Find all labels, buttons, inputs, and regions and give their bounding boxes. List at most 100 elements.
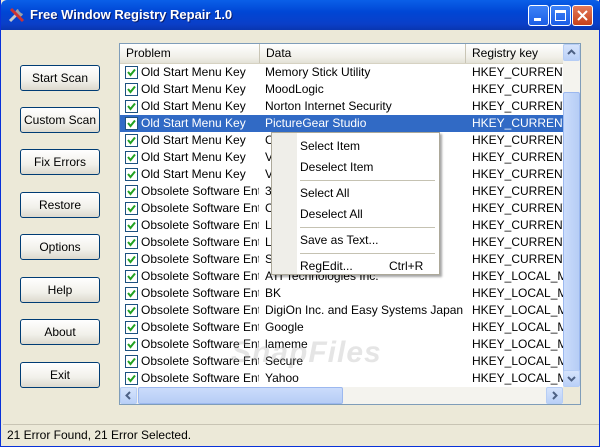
cell-registry-key: HKEY_CURRENT_ xyxy=(472,252,563,266)
scroll-left-button[interactable] xyxy=(120,387,137,404)
menu-item-select-all[interactable]: Select All xyxy=(300,184,349,202)
restore-button[interactable]: Restore xyxy=(20,192,100,218)
horizontal-scroll-thumb[interactable] xyxy=(138,387,343,404)
cell-data: PictureGear Studio xyxy=(265,116,367,130)
menu-separator xyxy=(300,180,435,181)
row-checkbox[interactable] xyxy=(125,219,138,232)
menu-item-regedit-label: RegEdit... xyxy=(300,259,353,273)
arrow-left-icon xyxy=(125,391,131,400)
horizontal-scrollbar[interactable] xyxy=(120,387,563,404)
cell-problem: Obsolete Software Entry xyxy=(141,320,259,334)
vertical-scrollbar[interactable] xyxy=(563,44,580,387)
checkmark-icon xyxy=(127,85,136,94)
cell-problem: Old Start Menu Key xyxy=(141,150,246,164)
checkmark-icon xyxy=(127,119,136,128)
column-header-data[interactable]: Data xyxy=(260,44,466,63)
cell-problem: Old Start Menu Key xyxy=(141,167,246,181)
cell-data: Yahoo xyxy=(265,371,299,385)
column-header-registry-key[interactable]: Registry key xyxy=(466,44,563,63)
checkmark-icon xyxy=(127,204,136,213)
menu-item-deselect-all[interactable]: Deselect All xyxy=(300,205,363,223)
row-checkbox[interactable] xyxy=(125,202,138,215)
help-button[interactable]: Help xyxy=(20,277,100,303)
checkmark-icon xyxy=(127,255,136,264)
context-menu-gutter xyxy=(272,133,297,274)
cell-problem: Obsolete Software Entry xyxy=(141,286,259,300)
vertical-scroll-thumb[interactable] xyxy=(563,92,580,372)
table-row[interactable]: Obsolete Software Entry Yahoo HKEY_LOCAL_M… xyxy=(120,370,563,387)
cell-problem: Obsolete Software Entry xyxy=(141,218,259,232)
row-checkbox[interactable] xyxy=(125,66,138,79)
cell-registry-key: HKEY_LOCAL_MA xyxy=(472,269,563,283)
custom-scan-button[interactable]: Custom Scan xyxy=(20,107,100,133)
cell-registry-key: HKEY_CURRENT_ xyxy=(472,167,563,181)
row-checkbox[interactable] xyxy=(125,338,138,351)
arrow-down-icon xyxy=(567,376,576,382)
row-checkbox[interactable] xyxy=(125,287,138,300)
cell-registry-key: HKEY_LOCAL_MA xyxy=(472,371,563,385)
exit-button[interactable]: Exit xyxy=(20,362,100,388)
row-checkbox[interactable] xyxy=(125,372,138,385)
table-row[interactable]: Obsolete Software Entry BK HKEY_LOCAL_MA xyxy=(120,285,563,302)
row-checkbox[interactable] xyxy=(125,100,138,113)
row-checkbox[interactable] xyxy=(125,355,138,368)
table-row[interactable]: Old Start Menu Key Memory Stick Utility HK… xyxy=(120,64,563,81)
cell-problem: Old Start Menu Key xyxy=(141,116,246,130)
menu-item-regedit-shortcut: Ctrl+R xyxy=(389,259,424,273)
cell-registry-key: HKEY_CURRENT_ xyxy=(472,184,563,198)
cell-data: Google xyxy=(265,320,304,334)
scroll-down-button[interactable] xyxy=(563,370,580,387)
column-header-problem[interactable]: Problem xyxy=(120,44,260,63)
menu-item-regedit[interactable]: RegEdit... Ctrl+R xyxy=(300,257,435,275)
minimize-button[interactable] xyxy=(528,5,549,26)
row-checkbox[interactable] xyxy=(125,270,138,283)
title-bar[interactable]: Free Window Registry Repair 1.0 xyxy=(1,0,600,30)
table-row[interactable]: Obsolete Software Entry DigiOn Inc. and E… xyxy=(120,302,563,319)
row-checkbox[interactable] xyxy=(125,134,138,147)
row-checkbox[interactable] xyxy=(125,117,138,130)
menu-item-save-as-text[interactable]: Save as Text... xyxy=(300,231,379,249)
row-checkbox[interactable] xyxy=(125,168,138,181)
cell-problem: Old Start Menu Key xyxy=(141,99,246,113)
scroll-right-button[interactable] xyxy=(546,387,563,404)
options-button[interactable]: Options xyxy=(20,234,100,260)
maximize-button[interactable] xyxy=(550,5,571,26)
fix-errors-button[interactable]: Fix Errors xyxy=(20,149,100,175)
menu-item-select-item[interactable]: Select Item xyxy=(300,137,360,155)
cell-registry-key: HKEY_CURRENT_ xyxy=(472,201,563,215)
main-window: Free Window Registry Repair 1.0 Start Sc… xyxy=(0,0,600,447)
start-scan-button[interactable]: Start Scan xyxy=(20,65,100,91)
cell-registry-key: HKEY_CURRENT_ xyxy=(472,133,563,147)
row-checkbox[interactable] xyxy=(125,236,138,249)
cell-registry-key: HKEY_CURRENT_ xyxy=(472,82,563,96)
row-checkbox[interactable] xyxy=(125,253,138,266)
row-checkbox[interactable] xyxy=(125,321,138,334)
menu-item-deselect-item[interactable]: Deselect Item xyxy=(300,158,373,176)
watermark: SnapFiles xyxy=(231,336,382,369)
checkmark-icon xyxy=(127,306,136,315)
menu-separator xyxy=(300,227,435,228)
context-menu: Select Item Deselect Item Select All Des… xyxy=(271,132,440,275)
row-checkbox[interactable] xyxy=(125,185,138,198)
checkmark-icon xyxy=(127,153,136,162)
close-button[interactable] xyxy=(572,5,593,26)
about-button[interactable]: About xyxy=(20,319,100,345)
table-row[interactable]: Old Start Menu Key PictureGear Studio HKEY… xyxy=(120,115,563,132)
cell-registry-key: HKEY_CURRENT_ xyxy=(472,116,563,130)
cell-problem: Obsolete Software Entry xyxy=(141,303,259,317)
table-row[interactable]: Old Start Menu Key Norton Internet Securi… xyxy=(120,98,563,115)
table-row[interactable]: Old Start Menu Key MoodLogic HKEY_CURRENT_ xyxy=(120,81,563,98)
window-title: Free Window Registry Repair 1.0 xyxy=(30,7,233,22)
scroll-up-button[interactable] xyxy=(563,44,580,61)
checkmark-icon xyxy=(127,187,136,196)
cell-data: MoodLogic xyxy=(265,82,324,96)
row-checkbox[interactable] xyxy=(125,83,138,96)
cell-registry-key: HKEY_CURRENT_ xyxy=(472,150,563,164)
row-checkbox[interactable] xyxy=(125,151,138,164)
checkmark-icon xyxy=(127,340,136,349)
cell-problem: Obsolete Software Entry xyxy=(141,252,259,266)
cell-problem: Old Start Menu Key xyxy=(141,82,246,96)
cell-registry-key: HKEY_LOCAL_MA xyxy=(472,354,563,368)
table-row[interactable]: Obsolete Software Entry Google HKEY_LOCAL_… xyxy=(120,319,563,336)
row-checkbox[interactable] xyxy=(125,304,138,317)
